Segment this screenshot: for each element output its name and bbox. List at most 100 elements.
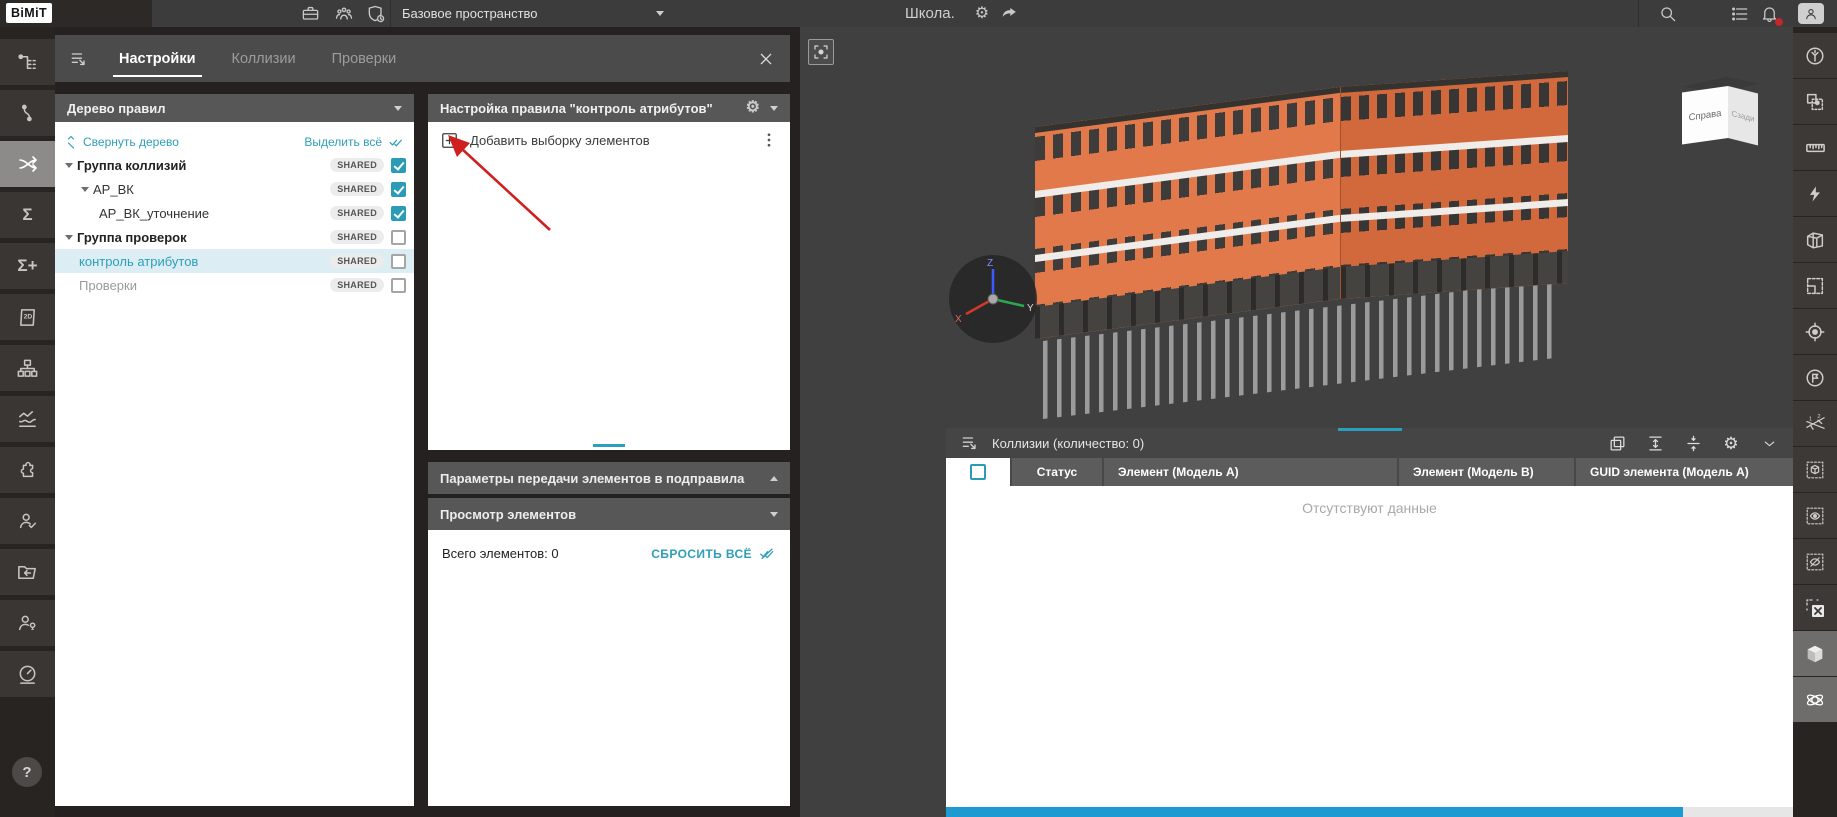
panel-collapse-icon[interactable]	[67, 47, 91, 71]
search-icon[interactable]	[1655, 2, 1679, 25]
project-title: Школа.	[905, 5, 955, 22]
preview-elements-header[interactable]: Просмотр элементов	[428, 498, 790, 530]
tree-item-ar-vk-clarify[interactable]: АР_ВК_уточнение SHARED	[55, 201, 414, 225]
column-element-b[interactable]: Элемент (Модель B)	[1397, 458, 1574, 486]
tab-checks[interactable]: Проверки	[314, 35, 415, 82]
rail-item-dashboard-icon[interactable]	[0, 651, 55, 697]
expand-caret-icon[interactable]	[77, 187, 93, 192]
add-selection-row: Добавить выборку элементов	[428, 122, 790, 158]
view-cube-front-face[interactable]: Справа	[1682, 86, 1728, 144]
add-selection-label[interactable]: Добавить выборку элементов	[470, 133, 650, 148]
help-button[interactable]: ?	[12, 757, 42, 787]
app-root: BiMiT Базовое пространство Школа. ⚙	[0, 0, 1837, 817]
select-all-link[interactable]: Выделить всё	[304, 135, 404, 149]
tree-checkbox[interactable]	[391, 278, 406, 293]
tree-item-checks[interactable]: Проверки SHARED	[55, 273, 414, 297]
settings-icon[interactable]: ⚙	[975, 6, 989, 22]
tree-item-ar-vk[interactable]: АР_ВК SHARED	[55, 177, 414, 201]
collisions-resize-handle[interactable]	[1338, 428, 1402, 431]
shared-badge: SHARED	[330, 278, 384, 292]
rule-gear-icon[interactable]: ⚙	[746, 100, 760, 116]
rail-item-show-eye-icon[interactable]	[1793, 493, 1837, 538]
rail-item-folder-export-icon[interactable]	[0, 549, 55, 595]
chevron-up-icon	[770, 476, 778, 481]
tab-collisions[interactable]: Коллизии	[214, 35, 314, 82]
rail-item-sections-icon[interactable]: 12	[1793, 401, 1837, 446]
rail-item-floor-plan-icon[interactable]	[1793, 263, 1837, 308]
rail-item-sum-add-icon[interactable]: Σ+	[0, 243, 55, 289]
app-logo[interactable]: BiMiT	[6, 3, 52, 23]
collisions-collapse-icon[interactable]	[958, 431, 982, 455]
tree-checkbox[interactable]	[391, 230, 406, 245]
tree-checkbox[interactable]	[391, 206, 406, 221]
rail-item-structure-icon[interactable]	[0, 345, 55, 391]
row-height-icon[interactable]	[1643, 431, 1667, 455]
rail-item-orbit-icon[interactable]	[1793, 677, 1837, 722]
rail-item-box-3d-icon[interactable]	[1793, 217, 1837, 262]
reset-all-link[interactable]: СБРОСИТЬ ВСЁ	[651, 546, 776, 561]
account-icon[interactable]	[1798, 3, 1824, 24]
rail-item-user-location-icon[interactable]	[0, 600, 55, 646]
tree-checkbox[interactable]	[391, 254, 406, 269]
rule-settings-header[interactable]: Настройка правила "контроль атрибутов" ⚙	[428, 94, 790, 122]
add-selection-button[interactable]	[440, 131, 459, 150]
rail-item-plugins-icon[interactable]	[0, 447, 55, 493]
notifications-icon[interactable]	[1757, 2, 1781, 25]
rail-item-clash-icon[interactable]	[1793, 171, 1837, 216]
rail-item-model-tree-icon[interactable]	[0, 39, 55, 85]
select-all-checkbox[interactable]	[970, 464, 986, 480]
rail-item-isolate-cube-icon[interactable]	[1793, 447, 1837, 492]
table-settings-icon[interactable]: ⚙	[1719, 431, 1743, 455]
building-facade-front	[1035, 87, 1340, 339]
tree-item-group-checks[interactable]: Группа проверок SHARED	[55, 225, 414, 249]
column-element-a[interactable]: Элемент (Модель A)	[1102, 458, 1397, 486]
tree-checkbox[interactable]	[391, 158, 406, 173]
select-all-cell	[946, 458, 1010, 486]
expand-caret-icon[interactable]	[61, 235, 77, 240]
view-cube-side-face[interactable]: Сзади	[1728, 86, 1758, 145]
collapse-tree-link[interactable]: Свернуть дерево	[65, 135, 179, 149]
rail-item-hide-eye-icon[interactable]	[1793, 539, 1837, 584]
briefcase-icon[interactable]	[298, 2, 322, 25]
rail-item-user-check-icon[interactable]	[0, 498, 55, 544]
column-guid-a[interactable]: GUID элемента (Модель A)	[1574, 458, 1793, 486]
tree-item-group-collisions[interactable]: Группа коллизий SHARED	[55, 153, 414, 177]
rail-item-charts-icon[interactable]	[0, 396, 55, 442]
region-capture-button[interactable]	[808, 39, 834, 65]
rail-item-flag-icon[interactable]	[1793, 355, 1837, 400]
rail-item-clear-selection-icon[interactable]	[1793, 585, 1837, 630]
rail-item-select-elements-icon[interactable]	[1793, 79, 1837, 124]
tree-checkbox[interactable]	[391, 182, 406, 197]
menu-list-icon[interactable]	[1728, 2, 1752, 25]
share-icon[interactable]	[997, 2, 1021, 25]
rail-item-sum-icon[interactable]: Σ	[0, 192, 55, 238]
kebab-menu-icon[interactable]	[760, 131, 778, 149]
rail-item-solid-cube-icon[interactable]	[1793, 631, 1837, 676]
column-status[interactable]: Статус	[1010, 458, 1102, 486]
fit-rows-icon[interactable]	[1681, 431, 1705, 455]
team-icon[interactable]	[332, 2, 356, 25]
rail-item-relations-icon[interactable]	[0, 90, 55, 136]
rail-item-sheets-2d-icon[interactable]: 2D	[0, 294, 55, 340]
workspace-selector[interactable]: Базовое пространство	[402, 0, 664, 27]
scrollbar-thumb[interactable]	[946, 807, 1683, 817]
rules-tree-header[interactable]: Дерево правил	[55, 94, 414, 122]
expand-caret-icon[interactable]	[61, 163, 77, 168]
close-icon[interactable]	[754, 47, 778, 71]
shared-badge: SHARED	[330, 182, 384, 196]
copy-rows-icon[interactable]	[1605, 431, 1629, 455]
axis-gizmo[interactable]: Z Y X	[947, 253, 1039, 345]
rail-item-project-tree-icon[interactable]	[1793, 33, 1837, 78]
view-cube[interactable]: Справа Сзади	[1680, 77, 1760, 143]
rail-item-locate-icon[interactable]	[1793, 309, 1837, 354]
section-label-2: 2	[1817, 414, 1820, 420]
shield-clock-icon[interactable]	[364, 2, 388, 25]
tree-item-attribute-control[interactable]: контроль атрибутов SHARED	[55, 249, 414, 273]
tab-settings[interactable]: Настройки	[101, 35, 214, 82]
panel-resize-handle[interactable]	[593, 444, 625, 447]
rules-tree-title: Дерево правил	[67, 101, 165, 116]
transfer-params-header[interactable]: Параметры передачи элементов в подправил…	[428, 462, 790, 494]
collapse-chevron-icon[interactable]	[1757, 431, 1781, 455]
rail-item-clash-rules-icon[interactable]	[0, 141, 55, 187]
rail-item-measure-icon[interactable]	[1793, 125, 1837, 170]
